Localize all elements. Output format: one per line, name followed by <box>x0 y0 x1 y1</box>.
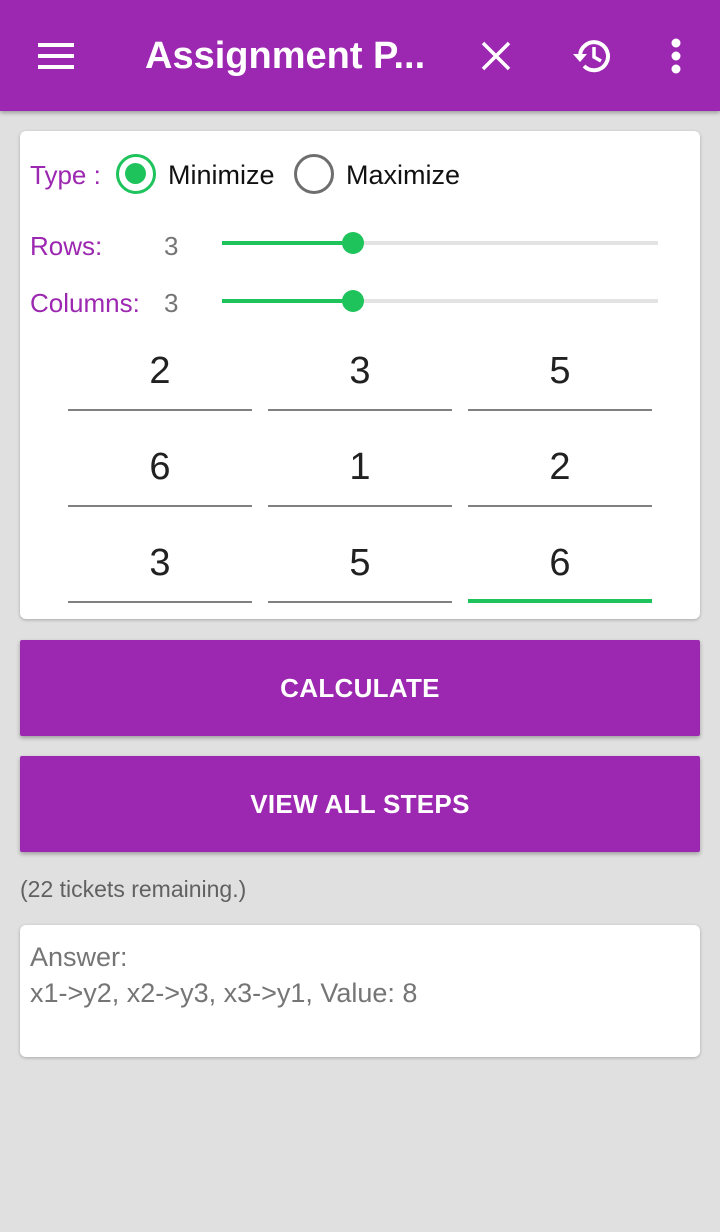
app-bar: Assignment P... <box>0 0 720 111</box>
answer-heading: Answer: <box>30 942 128 972</box>
rows-value: 3 <box>164 231 179 261</box>
minimize-radio[interactable] <box>116 154 156 194</box>
minimize-label[interactable]: Minimize <box>168 159 275 191</box>
type-label: Type : <box>30 160 101 190</box>
matrix-cell-r2-c3[interactable]: 2 <box>468 431 652 507</box>
columns-slider-thumb[interactable] <box>341 290 364 312</box>
answer-result: x1->y2, x2->y3, x3->y1, Value: 8 <box>30 978 418 1008</box>
columns-label: Columns: <box>30 288 140 318</box>
input-card: Type : Minimize Maximize Rows: 3 Columns… <box>20 131 700 619</box>
matrix-cell-r2-c1[interactable]: 6 <box>68 431 252 507</box>
rows-slider[interactable] <box>222 228 658 258</box>
matrix-cell-r3-c3[interactable]: 6 <box>468 527 652 603</box>
app-title: Assignment P... <box>145 35 425 77</box>
matrix-cell-r3-c2[interactable]: 5 <box>268 527 452 603</box>
tickets-remaining: (22 tickets remaining.) <box>20 876 247 902</box>
close-icon[interactable] <box>460 20 532 92</box>
menu-icon[interactable] <box>20 20 92 92</box>
answer-card: Answer: x1->y2, x2->y3, x3->y1, Value: 8 <box>20 925 700 1057</box>
matrix-cell-r2-c2[interactable]: 1 <box>268 431 452 507</box>
matrix-cell-r3-c1[interactable]: 3 <box>68 527 252 603</box>
view-all-steps-button[interactable]: VIEW ALL STEPS <box>20 756 700 852</box>
rows-slider-thumb[interactable] <box>341 232 364 254</box>
calculate-button[interactable]: CALCULATE <box>20 640 700 736</box>
matrix-cell-r1-c1[interactable]: 2 <box>68 335 252 411</box>
history-icon[interactable] <box>556 20 628 92</box>
columns-value: 3 <box>164 288 179 318</box>
maximize-radio[interactable] <box>294 154 334 194</box>
more-vert-icon[interactable] <box>640 20 712 92</box>
matrix-cell-r1-c3[interactable]: 5 <box>468 335 652 411</box>
rows-label: Rows: <box>30 231 103 261</box>
maximize-label[interactable]: Maximize <box>346 159 460 191</box>
columns-slider[interactable] <box>222 286 658 316</box>
answer-text: Answer: x1->y2, x2->y3, x3->y1, Value: 8 <box>30 939 417 1011</box>
matrix-cell-r1-c2[interactable]: 3 <box>268 335 452 411</box>
